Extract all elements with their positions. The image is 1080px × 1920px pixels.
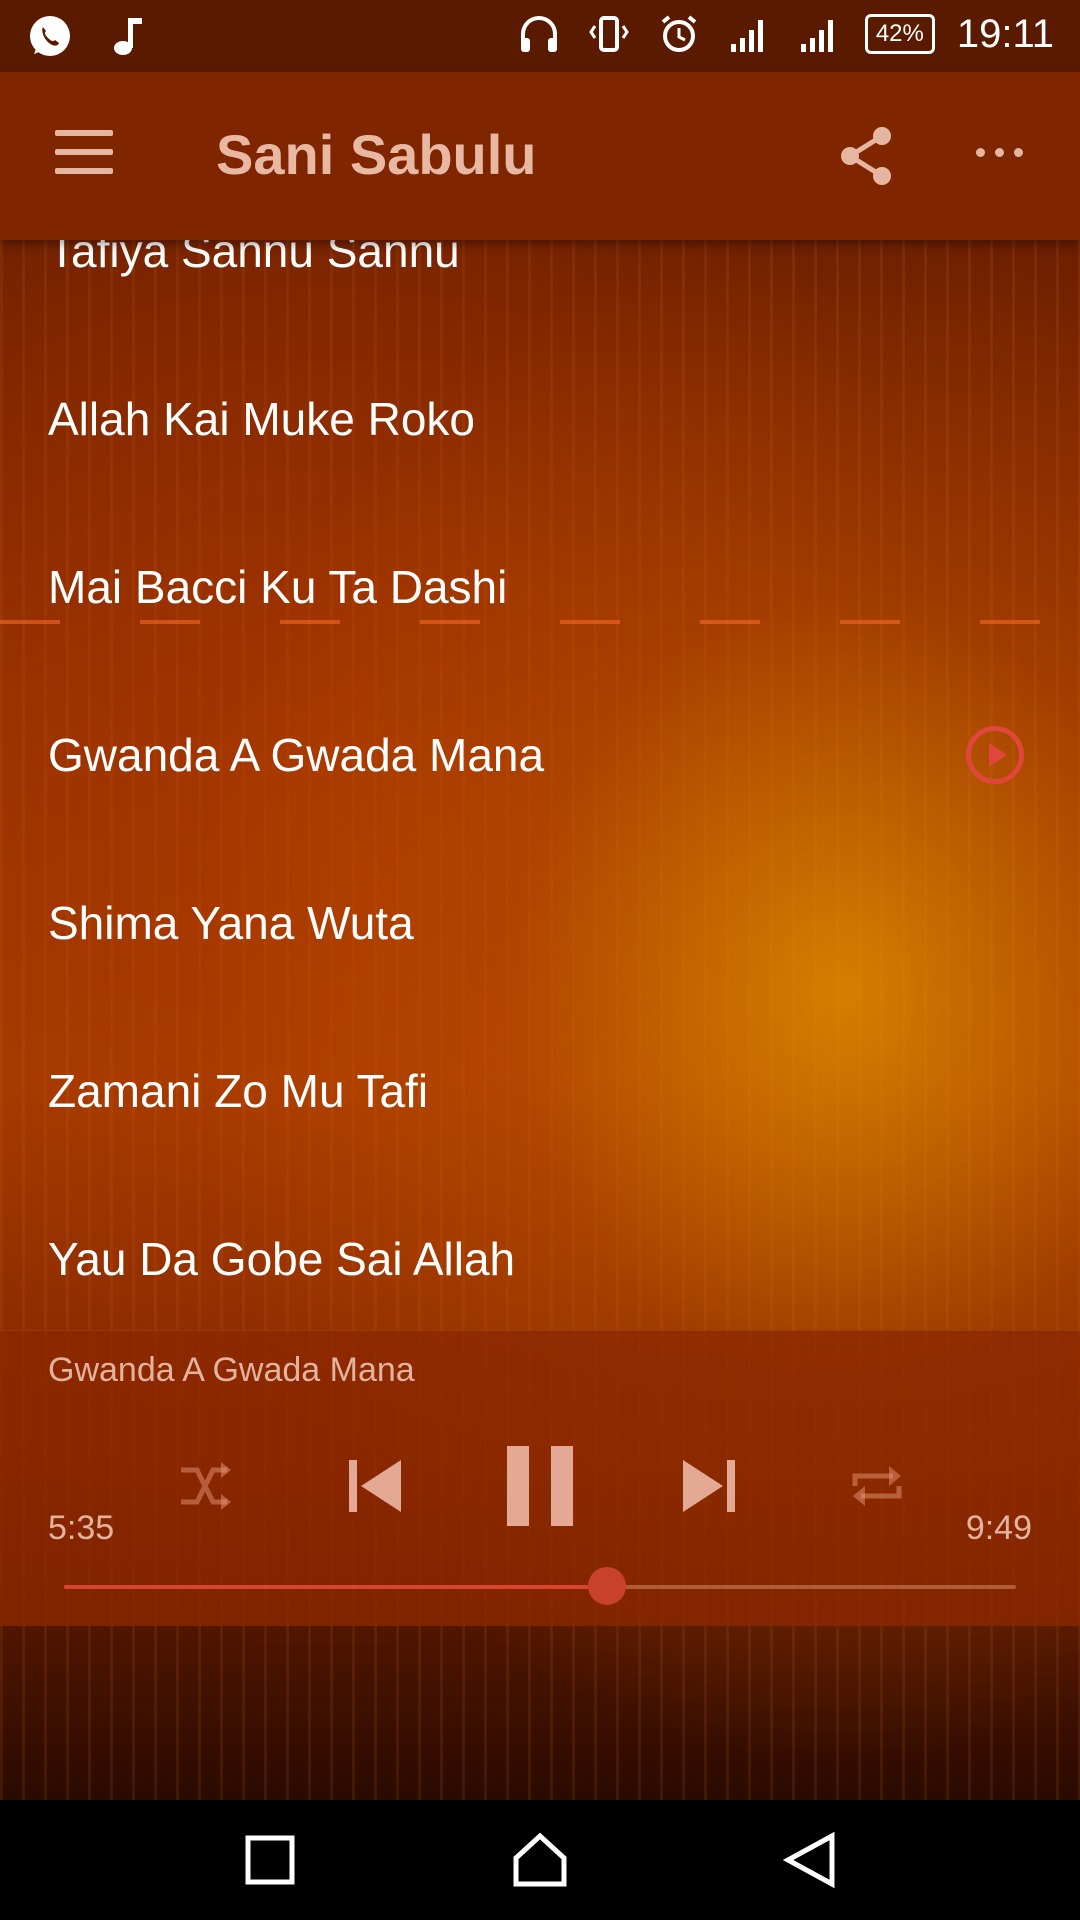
player-panel: Gwanda A Gwada Mana 5:35 9:49 xyxy=(0,1330,1080,1626)
progress-fill xyxy=(64,1585,607,1589)
repeat-icon[interactable] xyxy=(842,1431,912,1541)
battery-indicator: 42% xyxy=(864,14,935,54)
share-icon[interactable] xyxy=(836,124,896,188)
song-title: Yau Da Gobe Sai Allah xyxy=(48,1233,516,1285)
next-icon[interactable] xyxy=(674,1431,744,1541)
clock: 19:11 xyxy=(956,11,1054,56)
back-icon[interactable] xyxy=(780,1830,840,1890)
signal-icon xyxy=(725,10,773,58)
navigation-bar xyxy=(0,1800,1080,1920)
song-title: Mai Bacci Ku Ta Dashi xyxy=(48,561,508,613)
hamburger-menu-icon[interactable] xyxy=(55,130,113,178)
list-item[interactable]: Yau Da Gobe Sai Allah xyxy=(0,1172,1080,1330)
song-title: Allah Kai Muke Roko xyxy=(48,393,475,445)
alarm-icon xyxy=(655,10,703,58)
page-title: Sani Sabulu xyxy=(216,123,537,186)
shuffle-icon[interactable] xyxy=(170,1431,240,1541)
progress-track[interactable] xyxy=(64,1585,1016,1589)
pause-icon[interactable] xyxy=(500,1431,580,1541)
list-item[interactable]: Zamani Zo Mu Tafi xyxy=(0,1004,1080,1172)
play-circle-icon[interactable] xyxy=(966,726,1024,784)
home-icon[interactable] xyxy=(510,1830,570,1890)
song-title: Gwanda A Gwada Mana xyxy=(48,729,545,781)
list-item[interactable]: Mai Bacci Ku Ta Dashi xyxy=(0,500,1080,668)
status-bar: 42% 19:11 xyxy=(0,0,1080,72)
song-title: Shima Yana Wuta xyxy=(48,897,414,949)
music-note-icon xyxy=(104,12,152,60)
app-bar: Sani Sabulu xyxy=(0,72,1080,240)
list-item[interactable]: Allah Kai Muke Roko xyxy=(0,332,1080,500)
recent-apps-icon[interactable] xyxy=(240,1830,300,1890)
headphones-icon xyxy=(515,10,563,58)
whatsapp-icon xyxy=(26,12,74,60)
song-title: Zamani Zo Mu Tafi xyxy=(48,1065,429,1117)
progress-thumb[interactable] xyxy=(587,1567,626,1605)
list-item[interactable]: Gwanda A Gwada Mana xyxy=(0,668,1080,836)
vibrate-icon xyxy=(585,10,633,58)
more-options-icon[interactable] xyxy=(976,148,1023,157)
previous-icon[interactable] xyxy=(340,1431,410,1541)
current-time: 5:35 xyxy=(48,1509,115,1547)
now-playing-title: Gwanda A Gwada Mana xyxy=(48,1351,415,1389)
list-item[interactable]: Shima Yana Wuta xyxy=(0,836,1080,1004)
total-time: 9:49 xyxy=(965,1509,1032,1547)
signal-icon xyxy=(795,10,843,58)
song-list: Tafiya Sannu Sannu Allah Kai Muke Roko M… xyxy=(0,172,1080,1330)
